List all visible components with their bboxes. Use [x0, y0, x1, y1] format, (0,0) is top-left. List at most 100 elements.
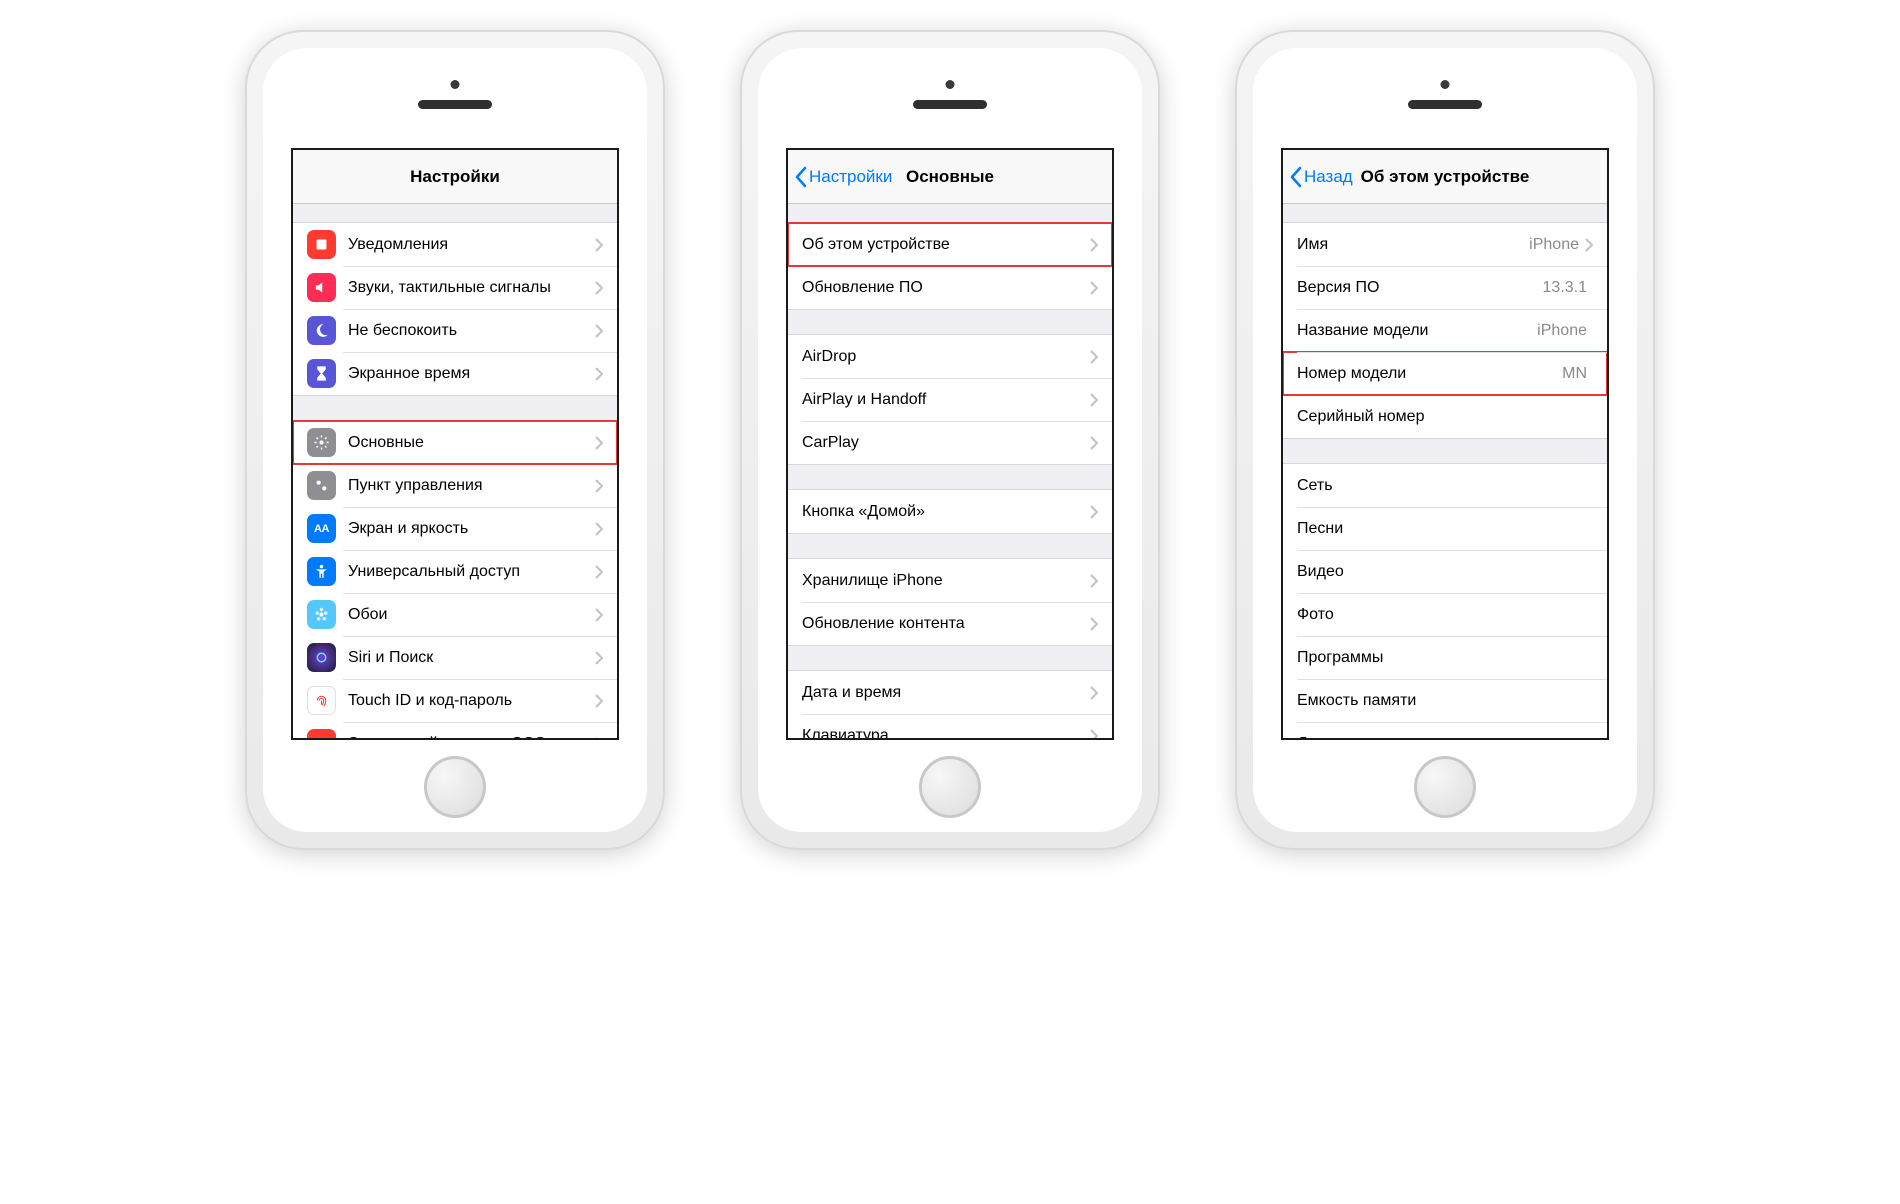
chevron-right-icon	[1090, 393, 1098, 407]
row-label: Кнопка «Домой»	[802, 503, 1090, 521]
chevron-right-icon	[595, 694, 603, 708]
row-label: Универсальный доступ	[348, 563, 595, 581]
phone-inner: Настройки Основные Об этом устройстве Об…	[758, 48, 1142, 832]
row-label: Название модели	[1297, 322, 1537, 340]
row-siri[interactable]: Siri и Поиск	[293, 636, 617, 679]
row-value: iPhone	[1529, 236, 1579, 254]
nav-title: Основные	[906, 167, 994, 187]
general-group-1: Об этом устройстве Обновление ПО	[788, 222, 1112, 310]
row-airdrop[interactable]: AirDrop	[788, 335, 1112, 378]
back-button[interactable]: Назад	[1289, 166, 1353, 188]
row-date-time[interactable]: Дата и время	[788, 671, 1112, 714]
row-touchid[interactable]: Touch ID и код-пароль	[293, 679, 617, 722]
row-sounds[interactable]: Звуки, тактильные сигналы	[293, 266, 617, 309]
row-serial: Серийный номер	[1283, 395, 1607, 438]
row-software-update[interactable]: Обновление ПО	[788, 266, 1112, 309]
row-apps: Программы	[1283, 636, 1607, 679]
chevron-right-icon	[595, 608, 603, 622]
notifications-icon	[307, 230, 336, 259]
sos-glyph: SOS	[313, 739, 331, 741]
row-label: Экранное время	[348, 365, 595, 383]
row-value: 13.3.1	[1543, 279, 1587, 297]
chevron-left-icon	[794, 166, 807, 188]
row-label: Обновление ПО	[802, 279, 1090, 297]
screen-general: Настройки Основные Об этом устройстве Об…	[786, 148, 1114, 740]
row-label: Пункт управления	[348, 477, 595, 495]
chevron-right-icon	[595, 238, 603, 252]
row-label: Серийный номер	[1297, 408, 1587, 426]
home-button[interactable]	[424, 756, 486, 818]
chevron-right-icon	[1090, 617, 1098, 631]
chevron-right-icon	[595, 479, 603, 493]
row-keyboard[interactable]: Клавиатура	[788, 714, 1112, 740]
nav-title: Настройки	[410, 167, 500, 187]
settings-group-2: Основные Пункт управления AA	[293, 420, 617, 740]
row-label: Основные	[348, 434, 595, 452]
home-button[interactable]	[1414, 756, 1476, 818]
row-home-button[interactable]: Кнопка «Домой»	[788, 490, 1112, 533]
chevron-right-icon	[1090, 350, 1098, 364]
row-background-refresh[interactable]: Обновление контента	[788, 602, 1112, 645]
general-icon	[307, 428, 336, 457]
row-available: Доступно	[1283, 722, 1607, 740]
speaker-grille	[1408, 100, 1482, 109]
row-label: Клавиатура	[802, 727, 1090, 741]
row-photos: Фото	[1283, 593, 1607, 636]
row-general[interactable]: Основные	[293, 421, 617, 464]
row-accessibility[interactable]: Универсальный доступ	[293, 550, 617, 593]
navbar: Назад Об этом устройстве	[1283, 150, 1607, 204]
back-button[interactable]: Настройки	[794, 166, 892, 188]
chevron-right-icon	[1090, 686, 1098, 700]
general-group-5: Дата и время Клавиатура	[788, 670, 1112, 740]
chevron-right-icon	[595, 565, 603, 579]
row-wallpaper[interactable]: Обои	[293, 593, 617, 636]
row-dnd[interactable]: Не беспокоить	[293, 309, 617, 352]
row-label: Обои	[348, 606, 595, 624]
row-notifications[interactable]: Уведомления	[293, 223, 617, 266]
screentime-icon	[307, 359, 336, 388]
chevron-left-icon	[1289, 166, 1302, 188]
camera-dot	[451, 80, 460, 89]
chevron-right-icon	[595, 737, 603, 741]
row-label: Siri и Поиск	[348, 649, 595, 667]
chevron-right-icon	[1090, 574, 1098, 588]
chevron-right-icon	[595, 522, 603, 536]
row-carplay[interactable]: CarPlay	[788, 421, 1112, 464]
row-label: AirPlay и Handoff	[802, 391, 1090, 409]
row-screentime[interactable]: Экранное время	[293, 352, 617, 395]
row-model-number[interactable]: Номер модели MN	[1283, 352, 1607, 395]
row-value: MN	[1562, 365, 1587, 383]
home-button[interactable]	[919, 756, 981, 818]
row-label: Доступно	[1297, 735, 1593, 741]
row-videos: Видео	[1283, 550, 1607, 593]
accessibility-icon	[307, 557, 336, 586]
row-about[interactable]: Об этом устройстве	[788, 223, 1112, 266]
about-content: Имя iPhone Версия ПО 13.3.1 Название мод…	[1283, 204, 1607, 740]
row-airplay[interactable]: AirPlay и Handoff	[788, 378, 1112, 421]
row-control-center[interactable]: Пункт управления	[293, 464, 617, 507]
row-label: Сеть	[1297, 477, 1593, 495]
row-name[interactable]: Имя iPhone	[1283, 223, 1607, 266]
row-capacity: Емкость памяти	[1283, 679, 1607, 722]
phone-inner: Настройки Уведомления Зв	[263, 48, 647, 832]
row-sos[interactable]: SOS Экстренный вызов — SOS	[293, 722, 617, 740]
row-storage[interactable]: Хранилище iPhone	[788, 559, 1112, 602]
row-label: Песни	[1297, 520, 1593, 538]
phone-frame-2: Настройки Основные Об этом устройстве Об…	[740, 30, 1160, 850]
navbar: Настройки Основные	[788, 150, 1112, 204]
dnd-icon	[307, 316, 336, 345]
settings-group-1: Уведомления Звуки, тактильные сигналы	[293, 222, 617, 396]
nav-title: Об этом устройстве	[1361, 167, 1530, 187]
row-label: Дата и время	[802, 684, 1090, 702]
chevron-right-icon	[595, 324, 603, 338]
speaker-grille	[418, 100, 492, 109]
back-label: Назад	[1304, 167, 1353, 187]
row-display[interactable]: AA Экран и яркость	[293, 507, 617, 550]
row-value: iPhone	[1537, 322, 1587, 340]
row-label: Фото	[1297, 606, 1593, 624]
general-group-3: Кнопка «Домой»	[788, 489, 1112, 534]
screen-about: Назад Об этом устройстве Имя iPhone Верс…	[1281, 148, 1609, 740]
row-version: Версия ПО 13.3.1	[1283, 266, 1607, 309]
navbar: Настройки	[293, 150, 617, 204]
row-label: Программы	[1297, 649, 1593, 667]
